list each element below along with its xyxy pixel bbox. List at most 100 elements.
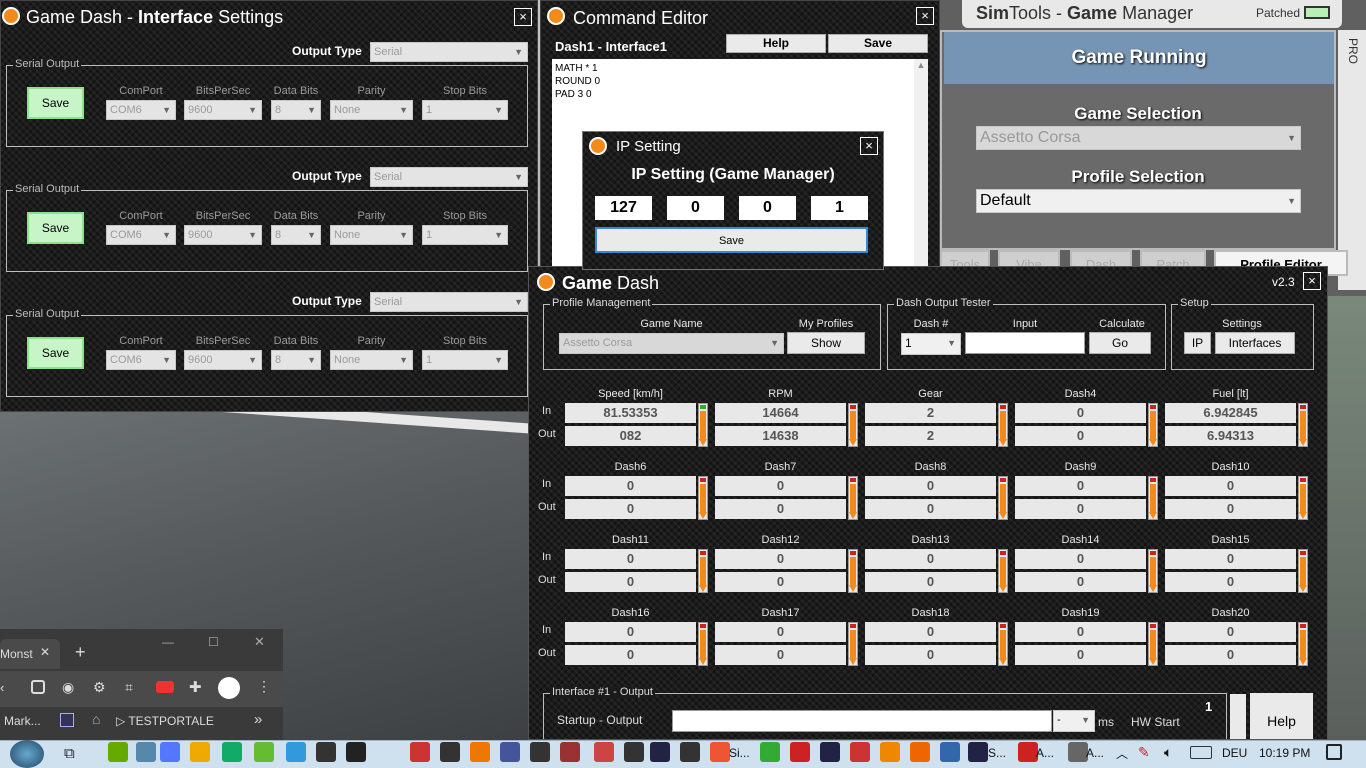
bookmark-item[interactable]: ▷ TESTPORTALE [116, 714, 214, 728]
record-icon[interactable] [346, 742, 366, 762]
databits-dropdown[interactable]: 8 ▼ [271, 350, 321, 370]
vlc-icon[interactable] [470, 742, 490, 762]
save-button[interactable]: Save [27, 337, 84, 369]
tray-app-icon[interactable]: ✎ [1138, 744, 1150, 761]
databits-dropdown[interactable]: 8 ▼ [271, 225, 321, 245]
calendar-icon[interactable] [850, 742, 870, 762]
task-view-icon[interactable]: ⧉ [64, 745, 75, 762]
bps-dropdown[interactable]: 9600 ▼ [184, 225, 262, 245]
taskbar-app-label[interactable]: A... [1036, 746, 1054, 760]
output-type-dropdown[interactable]: Serial ▼ [370, 292, 528, 312]
gamepad-icon[interactable] [500, 742, 520, 762]
puzzle-icon[interactable]: ✚ [189, 678, 202, 696]
close-window-icon[interactable]: ✕ [254, 634, 265, 650]
ip-octet-1[interactable]: 127 [595, 196, 652, 220]
comport-dropdown[interactable]: COM6 ▼ [106, 100, 176, 120]
tool-icon[interactable] [410, 742, 430, 762]
link-icon[interactable] [286, 742, 306, 762]
taskbar-app-label[interactable]: Si... [729, 746, 750, 760]
avatar[interactable] [218, 677, 240, 699]
taskbar-app-label[interactable]: S... [988, 746, 1006, 760]
monitor-icon[interactable] [530, 742, 550, 762]
gamedash-icon[interactable] [880, 742, 900, 762]
chrome-icon[interactable] [710, 742, 730, 762]
extension-icon[interactable] [31, 680, 45, 694]
help-button[interactable]: Help [726, 34, 826, 53]
scrollbar[interactable]: ▲ [914, 59, 928, 267]
bps-dropdown[interactable]: 9600 ▼ [184, 100, 262, 120]
tray-icon-27[interactable] [940, 742, 960, 762]
help-button[interactable]: Help [1250, 693, 1313, 739]
ip-octet-4[interactable]: 1 [811, 196, 868, 220]
taskbar-app-label[interactable]: A... [1086, 746, 1104, 760]
alarm-icon[interactable] [910, 742, 930, 762]
maximize-icon[interactable]: ☐ [208, 635, 219, 649]
startup-output-input[interactable] [672, 710, 1052, 732]
close-button[interactable]: × [860, 137, 878, 155]
comport-dropdown[interactable]: COM6 ▼ [106, 350, 176, 370]
tray-chevron-icon[interactable]: ︿ [1116, 745, 1128, 762]
output-type-dropdown[interactable]: Serial ▼ [370, 42, 528, 62]
parity-dropdown[interactable]: None ▼ [330, 350, 413, 370]
menu-icon[interactable]: ⋮ [257, 678, 271, 695]
back-icon[interactable]: ‹ [0, 680, 4, 695]
app-icon-19[interactable] [680, 742, 700, 762]
ip-button[interactable]: IP [1184, 332, 1211, 354]
stopbits-dropdown[interactable]: 1 ▼ [422, 350, 508, 370]
discord-icon[interactable] [160, 742, 180, 762]
go-button[interactable]: Go [1089, 332, 1151, 354]
minimize-icon[interactable]: — [162, 635, 174, 649]
tray-icon-8[interactable] [316, 742, 336, 762]
volume-icon[interactable]: 🔈︎ [1164, 744, 1172, 761]
stopbits-dropdown[interactable]: 1 ▼ [422, 100, 508, 120]
app-icon-29[interactable] [1018, 742, 1038, 762]
close-button[interactable]: × [514, 8, 532, 26]
save-button[interactable]: Save [27, 212, 84, 244]
app-icon-17[interactable] [624, 742, 644, 762]
close-button[interactable]: × [1303, 272, 1321, 290]
keyboard-icon[interactable] [1190, 746, 1212, 759]
parity-dropdown[interactable]: None ▼ [330, 225, 413, 245]
edit-icon[interactable] [560, 742, 580, 762]
simtools-icon[interactable] [760, 742, 780, 762]
new-tab-button[interactable]: + [75, 642, 86, 663]
steam-icon-2[interactable] [820, 742, 840, 762]
game-name-dropdown[interactable]: Assetto Corsa ▼ [559, 333, 784, 354]
bps-dropdown[interactable]: 9600 ▼ [184, 350, 262, 370]
notepad-icon[interactable] [254, 742, 274, 762]
game-selection-dropdown[interactable]: Assetto Corsa ▼ [976, 126, 1301, 150]
ip-octet-2[interactable]: 0 [667, 196, 724, 220]
bookmarks-more[interactable]: » [254, 711, 262, 728]
language-indicator[interactable]: DEU [1222, 746, 1247, 760]
bookmark-item[interactable]: Mark... [4, 714, 41, 728]
save-button[interactable]: Save [828, 34, 928, 53]
app-icon-16[interactable] [594, 742, 614, 762]
comport-dropdown[interactable]: COM6 ▼ [106, 225, 176, 245]
pen-icon[interactable] [790, 742, 810, 762]
bike-icon[interactable]: ⚙ [93, 679, 106, 696]
stopbits-dropdown[interactable]: 1 ▼ [422, 225, 508, 245]
save-button[interactable]: Save [27, 87, 84, 119]
start-button[interactable] [10, 740, 44, 768]
side-button[interactable] [1230, 694, 1246, 739]
tab-close-icon[interactable]: ✕ [40, 645, 50, 659]
app-icon-30[interactable] [1068, 742, 1088, 762]
video-icon[interactable] [156, 681, 174, 693]
close-button[interactable]: × [916, 7, 934, 25]
show-profiles-button[interactable]: Show [787, 332, 865, 354]
save-button[interactable]: Save [595, 227, 868, 253]
rockstar-icon[interactable] [190, 742, 210, 762]
output-type-dropdown[interactable]: Serial ▼ [370, 167, 528, 187]
resource-monitor-icon[interactable] [136, 742, 156, 762]
ip-octet-3[interactable]: 0 [739, 196, 796, 220]
controller-icon[interactable] [440, 742, 460, 762]
parity-dropdown[interactable]: None ▼ [330, 100, 413, 120]
ms-dropdown[interactable]: - ▼ [1053, 710, 1095, 732]
gamebar-icon[interactable] [222, 742, 242, 762]
interfaces-button[interactable]: Interfaces [1215, 332, 1295, 354]
nvidia-icon[interactable] [108, 742, 128, 762]
dash-number-dropdown[interactable]: 1 ▼ [901, 333, 961, 355]
crop-icon[interactable]: ⌗ [125, 679, 133, 696]
steam-icon-3[interactable] [968, 742, 988, 762]
notification-icon[interactable] [1326, 744, 1342, 760]
